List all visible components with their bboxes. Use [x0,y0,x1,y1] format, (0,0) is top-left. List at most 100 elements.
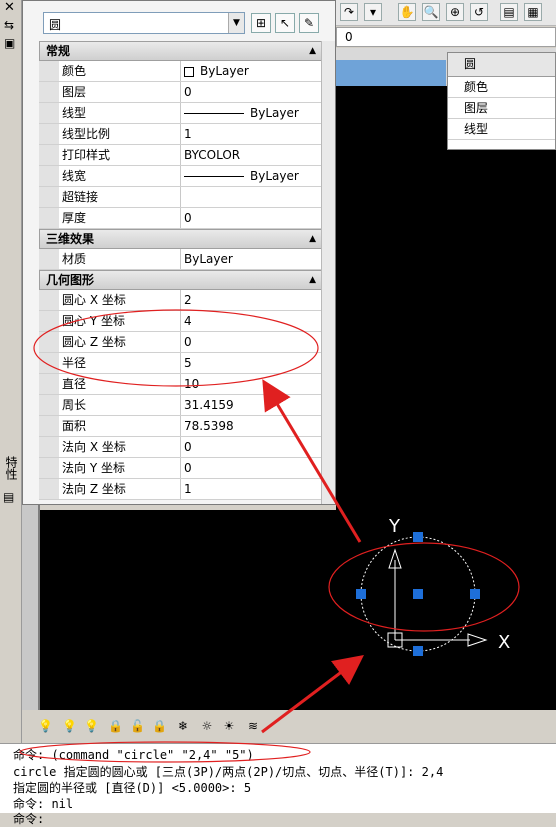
collapse-icon[interactable]: ▲ [309,271,316,289]
canvas-frame [22,500,40,710]
property-value-text: ByLayer [184,252,233,266]
row-gutter [39,208,59,228]
property-row[interactable]: 圆心 Y 坐标 4 [39,311,323,332]
property-row[interactable]: 图层 0 [39,82,323,103]
property-value-text: 78.5398 [184,419,234,433]
property-value-text: 0 [184,211,192,225]
layer-stack-icon[interactable]: ≋ [246,718,260,734]
property-row[interactable]: 法向 X 坐标 0 [39,437,323,458]
properties-icon[interactable]: ▤ [500,3,518,21]
freeze-icon[interactable]: ❄ [176,718,190,734]
layer-toolbar: 💡 💡 💡 🔒 🔓 🔒 ❄ ☼ ☀ ≋ [22,712,556,740]
property-name: 圆心 Y 坐标 [59,311,181,331]
layer-combo[interactable]: 0 [336,27,556,47]
property-value[interactable]: ByLayer [181,103,323,123]
property-value[interactable]: 4 [181,311,323,331]
property-row[interactable]: 法向 Y 坐标 0 [39,458,323,479]
object-type-select[interactable]: 圆 ▼ [43,12,245,34]
property-value[interactable] [181,187,323,207]
property-row[interactable]: 直径 10 [39,374,323,395]
sun-frame-icon[interactable]: ☀ [222,718,236,734]
property-row[interactable]: 法向 Z 坐标 1 [39,479,323,500]
property-value[interactable]: 2 [181,290,323,310]
drawing-canvas-lower[interactable] [40,510,556,710]
property-row[interactable]: 厚度 0 [39,208,323,229]
property-row[interactable]: 线型比例 1 [39,124,323,145]
property-value[interactable]: 1 [181,479,323,499]
bulb-icon[interactable]: 💡 [62,718,77,734]
quick-properties-row[interactable]: 图层 [448,98,555,119]
property-value[interactable]: 0 [181,332,323,352]
lock-icon[interactable]: 🔒 [108,718,123,734]
row-gutter [39,332,59,352]
property-row[interactable]: 圆心 X 坐标 2 [39,290,323,311]
properties-palette: 圆 ▼ ⊞ ↖ ✎ 常规 ▲ 颜色 ByLayer 图层 0 线型 ByLayer 线型比例 1 打… [22,0,336,505]
property-row[interactable]: 半径 5 [39,353,323,374]
unlock-icon[interactable]: 🔓 [130,718,145,734]
property-name: 圆心 Z 坐标 [59,332,181,352]
row-gutter [39,145,59,165]
section-header[interactable]: 常规 ▲ [39,41,323,61]
property-name: 法向 X 坐标 [59,437,181,457]
toggle-pickadd-icon[interactable]: ⊞ [251,13,271,33]
property-value[interactable]: ByLayer [181,249,323,269]
property-value-text: ByLayer [250,169,299,183]
property-value[interactable]: 10 [181,374,323,394]
property-row[interactable]: 周长 31.4159 [39,395,323,416]
property-value[interactable]: 78.5398 [181,416,323,436]
command-history-line: 命令: (command "circle" "2,4" "5") [13,748,254,762]
property-name: 面积 [59,416,181,436]
design-center-icon[interactable]: ▦ [524,3,542,21]
quick-properties-title: 圆 [448,53,555,77]
row-gutter [39,479,59,499]
property-value[interactable]: ByLayer [181,166,323,186]
property-value[interactable]: BYCOLOR [181,145,323,165]
zoom-realtime-icon[interactable]: 🔍 [422,3,440,21]
property-value[interactable]: ByLayer [181,61,323,81]
property-row[interactable]: 超链接 [39,187,323,208]
quick-properties-row[interactable]: 线型 [448,119,555,140]
zoom-window-icon[interactable]: ⊕ [446,3,464,21]
property-name: 打印样式 [59,145,181,165]
property-value[interactable]: 31.4159 [181,395,323,415]
bulb-yellow-icon[interactable]: 💡 [84,718,99,734]
command-history-line: 指定圆的半径或 [直径(D)] <5.0000>: 5 [13,781,252,795]
bulb-on-icon[interactable]: 💡 [38,718,53,734]
section-header[interactable]: 三维效果 ▲ [39,229,323,249]
property-value[interactable]: 0 [181,437,323,457]
zoom-previous-icon[interactable]: ↺ [470,3,488,21]
undo-dropdown-icon[interactable]: ▾ [364,3,382,21]
redo-icon[interactable]: ↷ [340,3,358,21]
property-value[interactable]: 1 [181,124,323,144]
property-name: 法向 Y 坐标 [59,458,181,478]
property-value[interactable]: 0 [181,82,323,102]
property-row[interactable]: 圆心 Z 坐标 0 [39,332,323,353]
property-row[interactable]: 线宽 ByLayer [39,166,323,187]
palette-menu-icon[interactable]: ▣ [4,36,15,50]
property-row[interactable]: 材质 ByLayer [39,249,323,270]
property-value[interactable]: 5 [181,353,323,373]
property-value[interactable]: 0 [181,208,323,228]
command-window[interactable]: 命令: (command "circle" "2,4" "5") circle … [0,743,556,826]
chevron-down-icon[interactable]: ▼ [228,13,244,33]
property-row[interactable]: 颜色 ByLayer [39,61,323,82]
properties-scrollbar[interactable] [321,41,335,504]
property-row[interactable]: 线型 ByLayer [39,103,323,124]
pan-icon[interactable]: ✋ [398,3,416,21]
property-row[interactable]: 打印样式 BYCOLOR [39,145,323,166]
close-icon[interactable]: ✕ [4,0,15,15]
quick-properties-panel: 圆 颜色 图层 线型 [447,52,556,150]
select-objects-icon[interactable]: ↖ [275,13,295,33]
collapse-icon[interactable]: ▲ [309,230,316,248]
drawing-tab[interactable] [336,60,446,86]
section-header[interactable]: 几何图形 ▲ [39,270,323,290]
property-row[interactable]: 面积 78.5398 [39,416,323,437]
auto-hide-icon[interactable]: ⇆ [4,18,14,32]
lock-red-icon[interactable]: 🔒 [152,718,167,734]
property-value-text: 4 [184,314,192,328]
quick-properties-row[interactable]: 颜色 [448,77,555,98]
property-value[interactable]: 0 [181,458,323,478]
sun-icon[interactable]: ☼ [200,718,214,734]
quick-select-icon[interactable]: ✎ [299,13,319,33]
collapse-icon[interactable]: ▲ [309,42,316,60]
